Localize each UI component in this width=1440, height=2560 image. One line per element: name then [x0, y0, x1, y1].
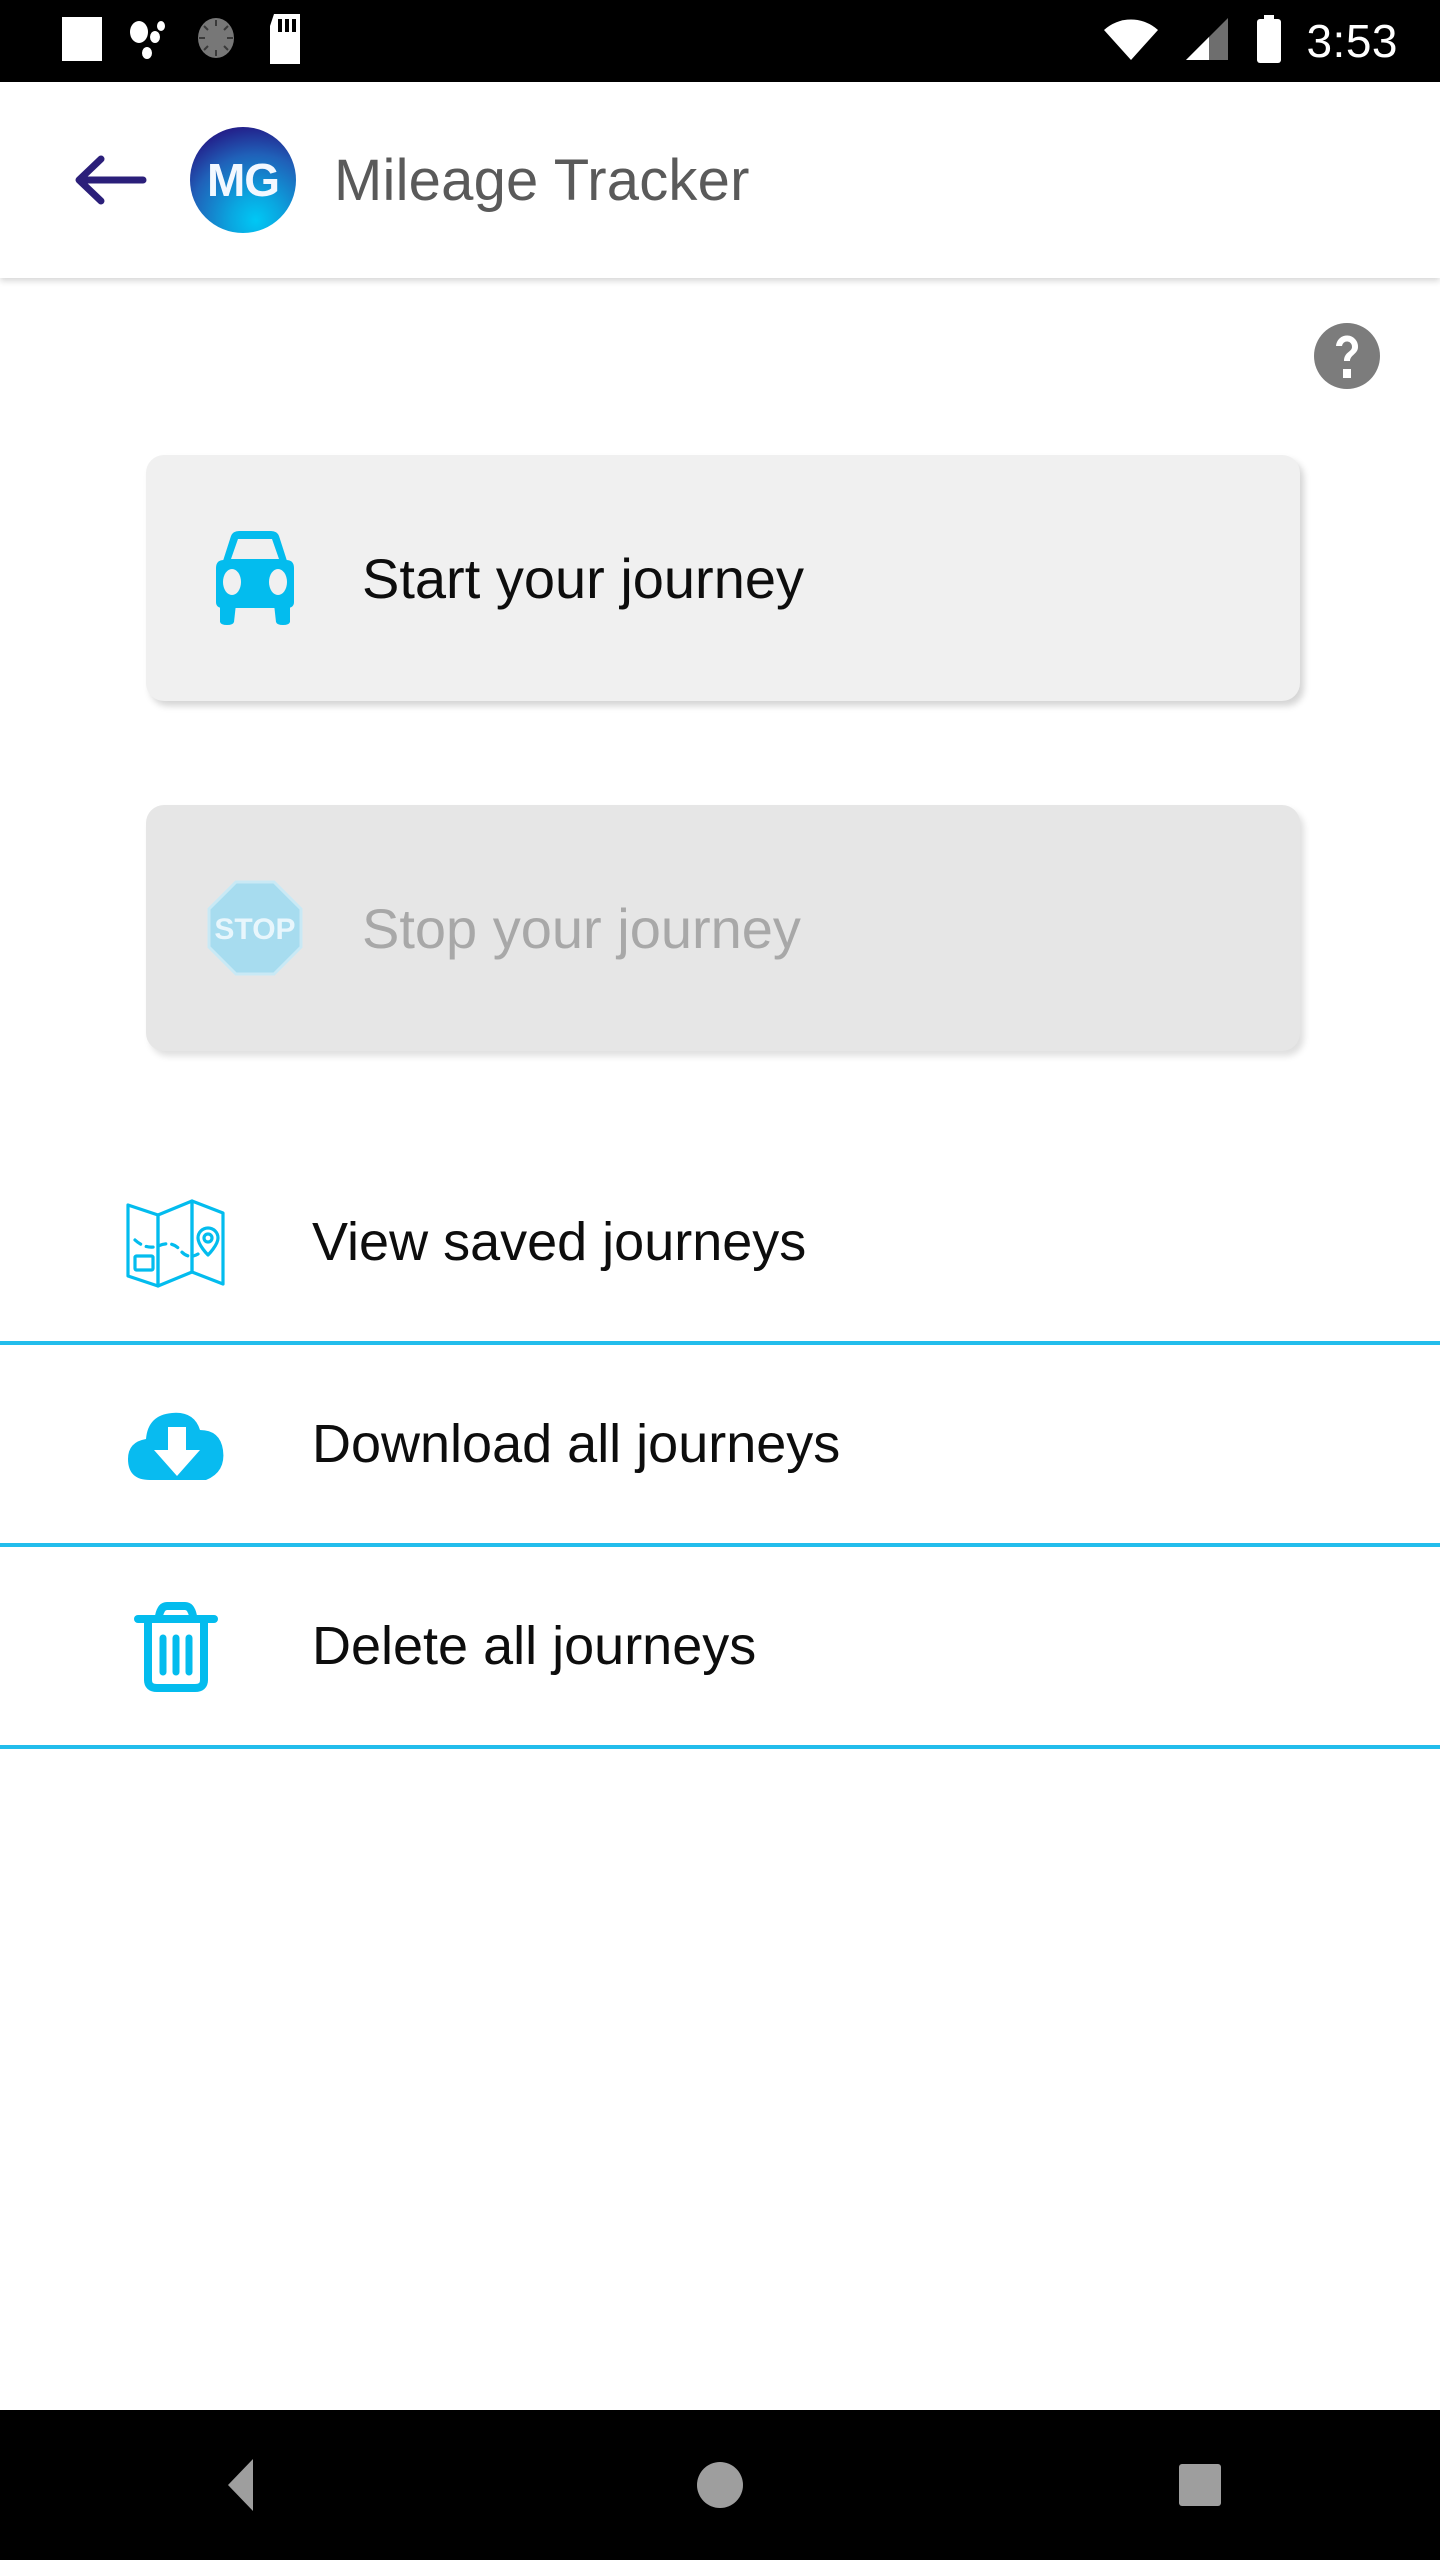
app-bar: MG Mileage Tracker [0, 82, 1440, 278]
android-nav-bar [0, 2410, 1440, 2560]
status-bar-clock: 3:53 [1306, 15, 1398, 67]
back-button[interactable] [62, 132, 158, 228]
cloud-download-icon [118, 1402, 234, 1486]
list-item-label: Delete all journeys [312, 1616, 757, 1676]
battery-full-icon [1254, 14, 1284, 68]
phone-screen: 3:53 MG Mileage Tracker Start your journ… [0, 0, 1440, 2560]
stop-journey-card[interactable]: STOP Stop your journey [146, 805, 1300, 1051]
main-content: Start your journey STOP Stop your journe… [0, 278, 1440, 2410]
list-item-label: View saved journeys [312, 1212, 807, 1272]
recents-square-icon [1179, 2464, 1221, 2506]
status-bar-left-icons [62, 13, 304, 69]
status-bar-right-icons: 3:53 [1102, 0, 1398, 82]
list-divider [0, 1745, 1440, 1749]
sd-card-icon [266, 13, 304, 69]
folded-map-icon [118, 1194, 234, 1290]
app-logo: MG [190, 127, 296, 233]
app-logo-text: MG [206, 154, 280, 206]
list-item-delete-all-journeys[interactable]: Delete all journeys [0, 1547, 1440, 1745]
list-item-view-saved-journeys[interactable]: View saved journeys [0, 1143, 1440, 1341]
dots-icon [128, 15, 168, 68]
help-button[interactable] [1312, 321, 1382, 391]
back-arrow-icon [75, 155, 147, 205]
page-title: Mileage Tracker [334, 147, 750, 213]
nav-back-button[interactable] [150, 2410, 330, 2560]
journey-actions-list: View saved journeys Download all journey… [0, 1143, 1440, 1749]
stop-sign-text: STOP [214, 913, 295, 946]
stop-journey-label: Stop your journey [362, 896, 801, 960]
back-triangle-icon [227, 2459, 253, 2511]
nav-recents-button[interactable] [1110, 2410, 1290, 2560]
trash-can-icon [118, 1598, 234, 1694]
car-front-icon [190, 530, 320, 626]
alarm-dial-icon [194, 15, 240, 68]
start-journey-label: Start your journey [362, 546, 804, 610]
list-item-label: Download all journeys [312, 1414, 841, 1474]
start-journey-card[interactable]: Start your journey [146, 455, 1300, 701]
wifi-icon [1102, 16, 1160, 67]
cellular-signal-icon [1182, 16, 1232, 67]
nav-home-button[interactable] [630, 2410, 810, 2560]
home-circle-icon [697, 2462, 743, 2508]
list-item-download-all-journeys[interactable]: Download all journeys [0, 1345, 1440, 1543]
blank-notification-icon [62, 15, 102, 68]
help-question-icon [1314, 323, 1380, 389]
stop-sign-icon: STOP [190, 879, 320, 977]
status-bar: 3:53 [0, 0, 1440, 82]
